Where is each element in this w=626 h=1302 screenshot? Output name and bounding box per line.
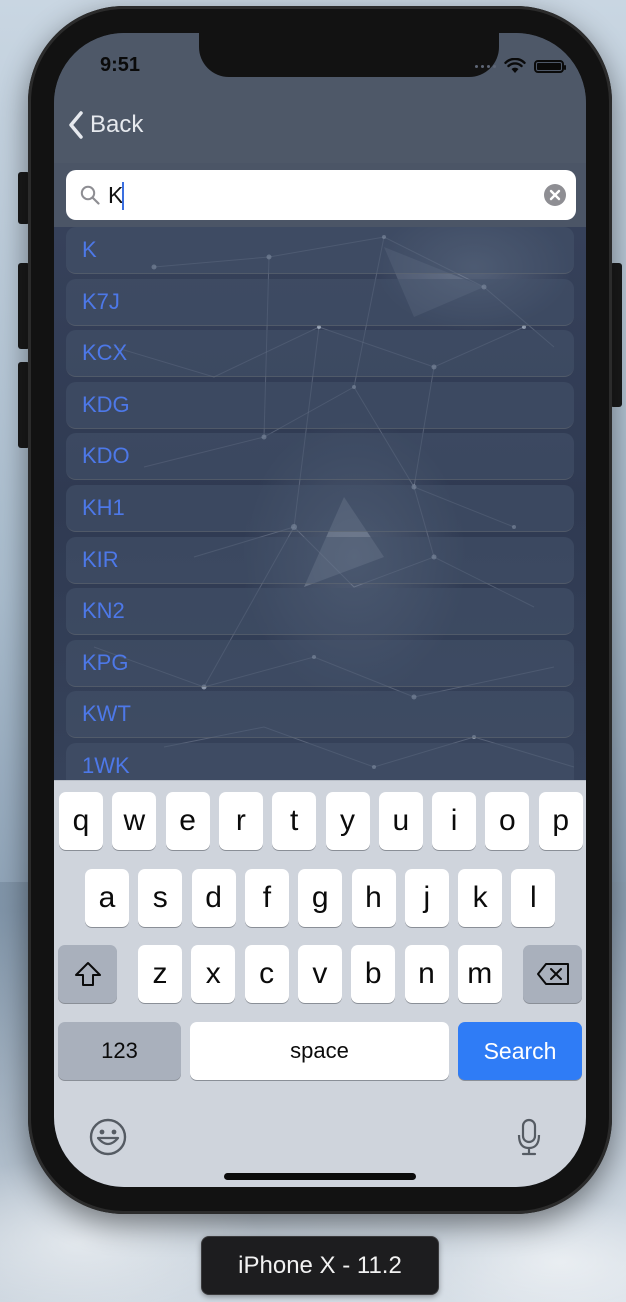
result-code: KDO (82, 443, 130, 469)
back-label: Back (90, 111, 144, 138)
letter-key[interactable]: w (112, 792, 157, 850)
emoji-face-icon[interactable] (88, 1117, 128, 1157)
device-screen: Back 9:51 K K K7J KCX KDG KDO KH1 KIR KN… (54, 33, 586, 1187)
result-row[interactable]: KPG (66, 639, 574, 687)
home-indicator (224, 1173, 416, 1180)
space-key[interactable]: space (190, 1022, 449, 1080)
letter-key[interactable]: a (85, 869, 129, 927)
result-row[interactable]: KN2 (66, 588, 574, 636)
result-row[interactable]: KWT (66, 691, 574, 739)
result-code: KIR (82, 546, 119, 572)
result-code: KWT (82, 701, 131, 727)
letter-key[interactable]: c (244, 945, 289, 1003)
result-code: KPG (82, 649, 129, 675)
letter-key[interactable]: p (538, 792, 583, 850)
result-code: KDG (82, 391, 130, 417)
letter-key[interactable]: o (485, 792, 530, 850)
result-row[interactable]: KDG (66, 381, 574, 429)
backspace-icon (536, 963, 569, 985)
result-row[interactable]: KCX (66, 330, 574, 378)
letter-key[interactable]: q (59, 792, 103, 850)
battery-icon (534, 59, 566, 73)
microphone-icon[interactable] (516, 1118, 542, 1156)
shift-key[interactable] (58, 945, 117, 1003)
clear-circle-icon[interactable] (544, 184, 566, 206)
back-button[interactable]: Back (68, 111, 143, 139)
keyboard: qwertyuiop asdfghjkl zxcvbnm 123 space Sea… (54, 780, 586, 1187)
search-key[interactable]: Search (458, 1022, 582, 1080)
notch (199, 33, 499, 77)
letter-key[interactable]: g (298, 869, 343, 927)
letter-key[interactable]: m (457, 945, 502, 1003)
letter-key[interactable]: y (325, 792, 370, 850)
result-code: KN2 (82, 598, 125, 624)
chevron-left-icon (69, 111, 83, 139)
letter-key[interactable]: s (138, 869, 183, 927)
result-code: K7J (82, 288, 120, 314)
letter-key[interactable]: u (378, 792, 423, 850)
search-input[interactable] (108, 178, 528, 212)
letter-key[interactable]: v (297, 945, 342, 1003)
search-bar (54, 163, 586, 227)
simulator-device-label: iPhone X - 11.2 (201, 1236, 439, 1295)
status-indicators (475, 58, 566, 74)
result-code: KH1 (82, 494, 125, 520)
iphone-device-frame: Back 9:51 K K K7J KCX KDG KDO KH1 KIR KN… (28, 6, 612, 1214)
delete-key[interactable] (523, 945, 582, 1003)
signal-dots (475, 64, 496, 68)
letter-key[interactable]: n (404, 945, 449, 1003)
letter-key[interactable]: e (165, 792, 210, 850)
result-row[interactable]: KIR (66, 536, 574, 584)
letter-key[interactable]: f (244, 869, 289, 927)
result-code: KCX (82, 340, 128, 366)
result-row[interactable]: K (66, 227, 574, 274)
letter-key[interactable]: d (191, 869, 236, 927)
letter-key[interactable]: x (191, 945, 236, 1003)
letter-key[interactable]: i (432, 792, 477, 850)
shift-arrow-icon (74, 962, 101, 986)
result-code: 1WK (82, 752, 130, 778)
letter-key[interactable]: k (458, 869, 503, 927)
results-rows: K K7J KCX KDG KDO KH1 KIR KN2 KPG KWT 1WK (54, 227, 586, 781)
numbers-key[interactable]: 123 (58, 1022, 181, 1080)
letter-key[interactable]: j (404, 869, 449, 927)
result-row[interactable]: K7J (66, 278, 574, 326)
letter-key[interactable]: r (218, 792, 263, 850)
text-caret (122, 182, 124, 210)
result-row[interactable]: 1WK (66, 742, 574, 781)
result-code: K (82, 237, 97, 262)
letter-key[interactable]: l (511, 869, 556, 927)
status-time: 9:51 (100, 54, 141, 76)
search-field-container[interactable] (66, 170, 576, 220)
wifi-icon (504, 58, 526, 73)
letter-key[interactable]: h (351, 869, 396, 927)
results-list[interactable]: K K7J KCX KDG KDO KH1 KIR KN2 KPG KWT 1WK (54, 227, 586, 781)
result-row[interactable]: KH1 (66, 484, 574, 532)
result-row[interactable]: KDO (66, 433, 574, 481)
magnifier-icon (80, 185, 100, 205)
letter-key[interactable]: t (272, 792, 317, 850)
letter-key[interactable]: z (138, 945, 182, 1003)
letter-key[interactable]: b (351, 945, 396, 1003)
